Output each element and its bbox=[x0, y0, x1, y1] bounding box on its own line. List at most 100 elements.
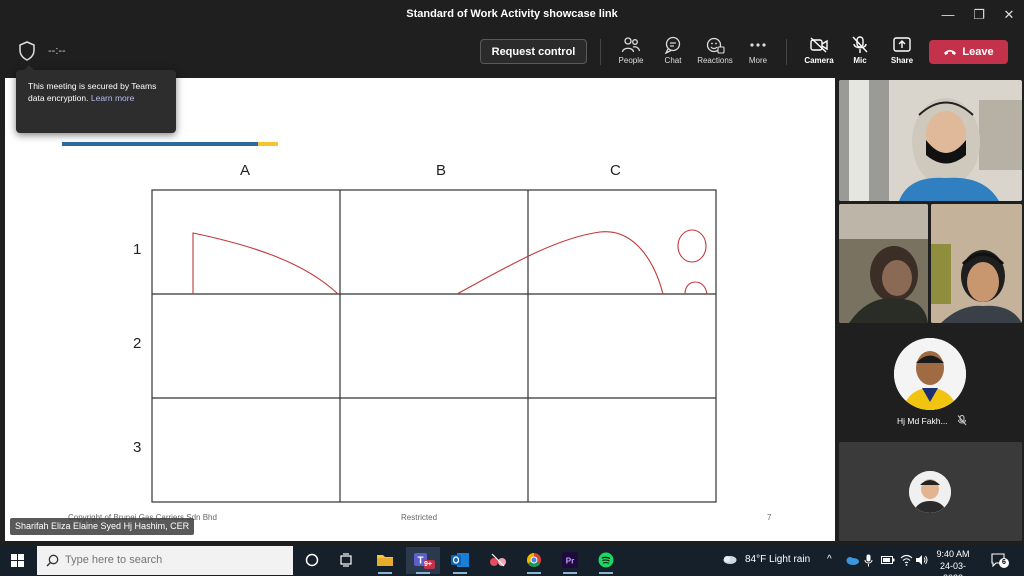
file-explorer-button[interactable] bbox=[368, 547, 402, 574]
chat-icon bbox=[664, 36, 681, 54]
participants-panel: Hj Md Fakh... bbox=[837, 78, 1024, 543]
avatar bbox=[894, 338, 966, 410]
chevron-up-icon[interactable]: ^ bbox=[827, 554, 832, 565]
more-label: More bbox=[748, 56, 768, 65]
grid-lines bbox=[151, 189, 717, 503]
task-view-button[interactable] bbox=[329, 547, 363, 574]
chat-label: Chat bbox=[664, 56, 682, 65]
taskbar-clock[interactable]: 9:40 AM 24-03-2022 bbox=[930, 548, 976, 576]
grid-drawing bbox=[151, 189, 717, 503]
camera-off-icon bbox=[810, 37, 828, 53]
windows-taskbar: T 9+ Pr 84°F Light rain ^ 9:40 AM 24-03-… bbox=[0, 545, 1024, 576]
presenter-name-badge: Sharifah Eliza Elaine Syed Hj Hashim, CE… bbox=[10, 518, 195, 535]
notification-count: 6 bbox=[999, 558, 1009, 568]
taskbar-search[interactable] bbox=[37, 546, 293, 575]
wifi-icon[interactable] bbox=[900, 554, 913, 566]
meeting-toolbar: --:-- Request control People Chat Reacti… bbox=[0, 29, 1024, 75]
video-tile-participant-2[interactable] bbox=[839, 204, 928, 323]
avatar-tile-participant-5[interactable] bbox=[839, 442, 1022, 541]
minimize-button[interactable]: — bbox=[933, 0, 963, 29]
more-icon bbox=[750, 43, 766, 47]
slide-page-number: 7 bbox=[767, 513, 772, 522]
share-icon bbox=[893, 37, 911, 52]
onedrive-icon[interactable] bbox=[845, 556, 859, 565]
teams-meeting-window: Standard of Work Activity showcase link … bbox=[0, 0, 1024, 576]
task-view-icon bbox=[340, 553, 352, 567]
camera-button[interactable]: Camera bbox=[797, 34, 841, 72]
cortana-button[interactable] bbox=[295, 547, 329, 574]
curve-a1 bbox=[192, 232, 339, 295]
close-button[interactable]: ✕ bbox=[994, 0, 1024, 29]
phone-hangup-icon bbox=[944, 50, 957, 56]
snipping-tool-button[interactable] bbox=[481, 547, 515, 574]
shield-icon[interactable] bbox=[18, 41, 38, 61]
people-icon bbox=[621, 37, 641, 53]
weather-text[interactable]: 84°F Light rain bbox=[745, 554, 810, 565]
spotify-icon bbox=[598, 552, 614, 568]
outlook-button[interactable] bbox=[443, 547, 477, 574]
share-button[interactable]: Share bbox=[880, 34, 924, 72]
learn-more-link[interactable]: Learn more bbox=[91, 93, 134, 103]
column-header-b: B bbox=[436, 162, 447, 179]
chat-button[interactable]: Chat bbox=[651, 34, 695, 72]
reactions-button[interactable]: Reactions bbox=[693, 34, 737, 72]
circle-c1-bottom bbox=[684, 281, 708, 295]
people-label: People bbox=[618, 56, 644, 65]
outlook-icon bbox=[451, 553, 469, 567]
encryption-tooltip: This meeting is secured by Teams data en… bbox=[16, 65, 176, 133]
chrome-icon bbox=[527, 553, 541, 567]
video-feed bbox=[839, 80, 1022, 201]
more-button[interactable]: More bbox=[736, 34, 780, 72]
request-control-button[interactable]: Request control bbox=[480, 39, 587, 64]
svg-text:T: T bbox=[417, 556, 423, 567]
microphone-icon[interactable] bbox=[864, 554, 873, 567]
windows-start-icon[interactable] bbox=[11, 554, 24, 567]
leave-label: Leave bbox=[962, 46, 994, 58]
spotify-button[interactable] bbox=[589, 547, 623, 574]
leave-button[interactable]: Leave bbox=[929, 40, 1008, 64]
premiere-button[interactable]: Pr bbox=[553, 547, 587, 574]
search-input[interactable] bbox=[65, 552, 285, 568]
teams-badge: 9+ bbox=[424, 561, 432, 568]
toolbar-divider bbox=[786, 39, 787, 65]
camera-label: Camera bbox=[804, 56, 834, 65]
people-button[interactable]: People bbox=[609, 34, 653, 72]
mic-off-icon bbox=[957, 415, 967, 426]
maximize-button[interactable]: ❐ bbox=[964, 0, 994, 29]
chrome-button[interactable] bbox=[517, 547, 551, 574]
avatar bbox=[909, 471, 951, 513]
sketch-curves bbox=[192, 229, 708, 295]
circle-c1-top bbox=[677, 229, 707, 263]
shared-slide: A B C 1 2 3 Copyright of Brunei Gas Carr… bbox=[5, 78, 835, 541]
reactions-icon bbox=[706, 37, 725, 54]
mic-label: Mic bbox=[853, 56, 867, 65]
snipping-tool-icon bbox=[490, 553, 506, 567]
row-header-2: 2 bbox=[133, 335, 142, 352]
svg-text:Pr: Pr bbox=[566, 557, 574, 566]
reactions-label: Reactions bbox=[697, 56, 733, 65]
clock-time: 9:40 AM bbox=[936, 549, 970, 559]
video-tile-participant-1[interactable] bbox=[839, 80, 1022, 201]
share-label: Share bbox=[890, 56, 914, 65]
avatar-tile-participant-4[interactable]: Hj Md Fakh... bbox=[839, 326, 1022, 439]
column-header-c: C bbox=[610, 162, 621, 179]
folder-icon bbox=[377, 555, 393, 566]
teams-taskbar-button[interactable]: T 9+ bbox=[406, 547, 440, 574]
mic-button[interactable]: Mic bbox=[838, 34, 882, 72]
search-icon bbox=[46, 554, 59, 567]
battery-icon[interactable] bbox=[881, 555, 895, 565]
row-header-1: 1 bbox=[133, 241, 142, 258]
window-title: Standard of Work Activity showcase link bbox=[406, 8, 618, 20]
notifications-button[interactable]: 6 bbox=[991, 553, 1009, 572]
meeting-timer: --:-- bbox=[48, 45, 66, 57]
cortana-icon bbox=[305, 553, 319, 567]
video-tile-participant-3[interactable] bbox=[931, 204, 1022, 323]
toolbar-divider bbox=[600, 39, 601, 65]
column-header-a: A bbox=[240, 162, 251, 179]
mic-off-icon bbox=[852, 36, 868, 53]
volume-icon[interactable] bbox=[915, 554, 928, 566]
rain-cloud-icon bbox=[723, 556, 737, 564]
title-bar: Standard of Work Activity showcase link … bbox=[0, 0, 1024, 29]
video-feed bbox=[931, 204, 1022, 323]
row-header-3: 3 bbox=[133, 439, 142, 456]
